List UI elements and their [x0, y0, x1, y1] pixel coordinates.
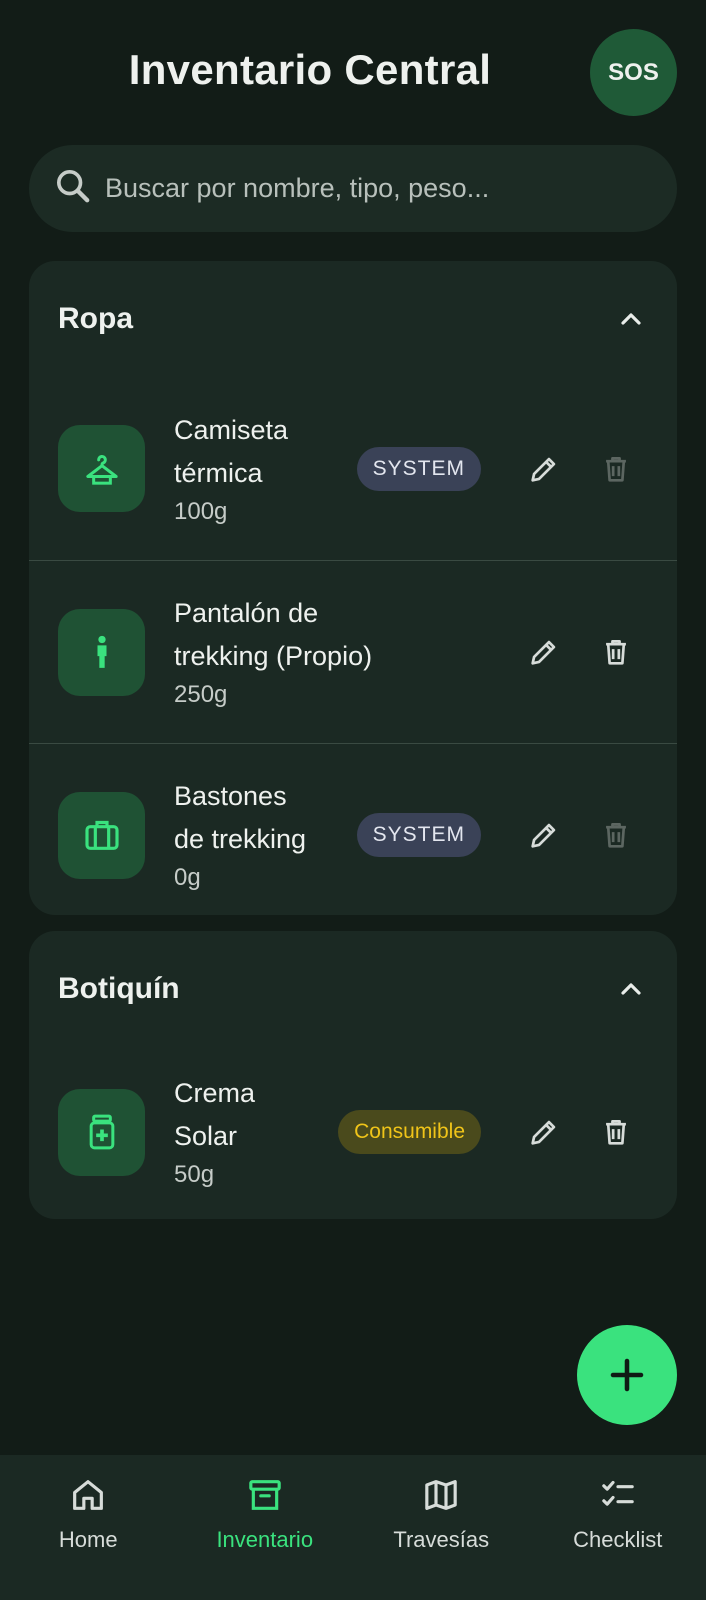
category-header[interactable]: Ropa [29, 261, 677, 377]
category-title: Ropa [58, 302, 133, 335]
page-title: Inventario Central [128, 46, 492, 93]
nav-item-travesias[interactable]: Travesías [353, 1455, 530, 1600]
pencil-icon [531, 1120, 556, 1145]
hanger-icon [58, 425, 145, 512]
category-card-botiquin: Botiquín Crema Solar 50g Consumible [29, 931, 677, 1219]
edit-button[interactable] [522, 813, 566, 857]
item-name: Solar [174, 1121, 238, 1151]
search-input[interactable] [105, 173, 645, 204]
edit-button[interactable] [522, 1110, 566, 1154]
nav-label: Inventario [216, 1527, 314, 1552]
medication-icon [58, 1088, 145, 1176]
home-icon [73, 1480, 104, 1510]
item-name: Bastones [174, 781, 287, 811]
item-weight: 250g [174, 681, 228, 708]
item-name: Camiseta [174, 414, 289, 445]
trash-icon [606, 640, 626, 665]
item-name: Pantalón de [174, 598, 319, 628]
list-item[interactable]: Pantalón de trekking (Propio) 250g [29, 560, 677, 743]
item-name: Crema [174, 1078, 256, 1108]
delete-button[interactable] [594, 630, 638, 674]
item-name: trekking (Propio) [174, 641, 373, 671]
trash-icon [606, 823, 626, 848]
search-icon [53, 166, 93, 211]
nav-label: Travesías [393, 1527, 490, 1552]
luggage-icon [58, 791, 145, 879]
delete-button [594, 813, 638, 857]
nav-item-checklist[interactable]: Checklist [530, 1455, 706, 1600]
pencil-icon [531, 640, 556, 665]
add-item-button[interactable] [577, 1325, 677, 1425]
map-icon [425, 1480, 457, 1510]
list-item[interactable]: Bastones de trekking 0g SYSTEM [29, 743, 677, 915]
person-icon [58, 608, 145, 696]
edit-button[interactable] [522, 447, 566, 491]
category-header[interactable]: Botiquín [29, 931, 677, 1047]
nav-label: Checklist [573, 1527, 663, 1552]
delete-button[interactable] [594, 1110, 638, 1154]
nav-label: Home [58, 1527, 118, 1552]
chevron-up-icon[interactable] [615, 303, 647, 335]
chevron-up-icon[interactable] [615, 973, 647, 1005]
search-bar[interactable] [29, 145, 677, 232]
trash-icon [606, 1120, 626, 1145]
nav-item-home[interactable]: Home [0, 1455, 177, 1600]
item-name: térmica [174, 457, 263, 488]
item-weight: 100g [174, 497, 228, 525]
edit-button[interactable] [522, 630, 566, 674]
plus-icon [610, 1358, 644, 1392]
sos-button[interactable]: SOS [590, 29, 677, 116]
system-badge: SYSTEM [356, 813, 481, 857]
checklist-icon [602, 1480, 634, 1506]
nav-item-inventario[interactable]: Inventario [177, 1455, 354, 1600]
category-title: Botiquín [58, 972, 180, 1005]
list-item[interactable]: Crema Solar 50g Consumible [29, 1047, 677, 1217]
consumible-badge: Consumible [338, 1110, 481, 1154]
archive-icon [249, 1480, 281, 1510]
item-weight: 0g [174, 864, 201, 891]
item-weight: 50g [174, 1161, 215, 1188]
system-badge: SYSTEM [356, 446, 481, 491]
list-item[interactable]: Camiseta térmica 100g SYSTEM [29, 377, 677, 560]
bottom-nav: Home Inventario Travesías Checklist [0, 1455, 706, 1600]
pencil-icon [531, 457, 556, 482]
category-card-ropa: Ropa Camiseta térmica 100g SYSTEM Pantal… [29, 261, 677, 915]
pencil-icon [531, 823, 556, 848]
header: Inventario Central SOS [0, 0, 706, 140]
item-name: de trekking [174, 824, 307, 854]
delete-button [594, 447, 638, 491]
trash-icon [606, 456, 626, 482]
